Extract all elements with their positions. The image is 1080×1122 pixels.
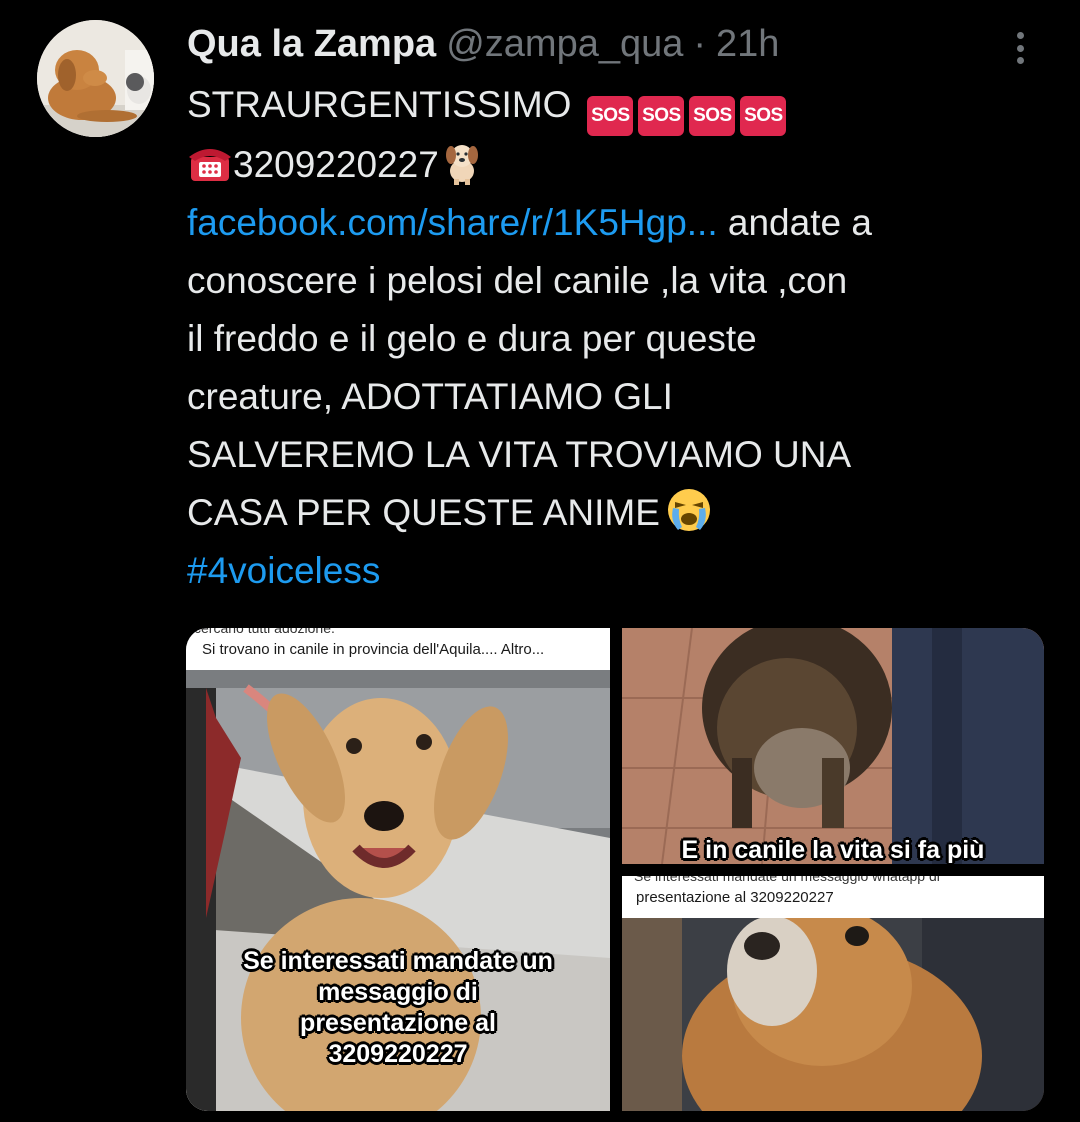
dog-photo-illustration bbox=[622, 628, 1044, 864]
photo-caption-bar: Se interessati mandate un messaggio what… bbox=[622, 876, 1044, 918]
author-handle[interactable]: @zampa_qua bbox=[446, 23, 683, 66]
more-options-icon[interactable] bbox=[1006, 28, 1034, 68]
photo-brindle-dog[interactable]: E in canile la vita si fa più bbox=[622, 628, 1044, 864]
hashtag-link[interactable]: #4voiceless bbox=[187, 542, 1067, 600]
tweet-header: Qua la Zampa @zampa_qua · 21h bbox=[187, 18, 779, 70]
loudly-crying-emoji-icon bbox=[667, 489, 710, 531]
media-grid: cercano tutti adozione. Si trovano in ca… bbox=[186, 628, 1044, 1111]
caption-partial-text: Se interessati mandate un messaggio what… bbox=[634, 876, 940, 884]
tweet-body-line: SALVEREMO LA VITA TROVIAMO UNA bbox=[187, 434, 852, 475]
photo-caption-text: Si trovano in canile in provincia dell'A… bbox=[202, 641, 545, 658]
facebook-link[interactable]: facebook.com/share/r/1K5Hgp... bbox=[187, 202, 718, 243]
tweet-body-line-with-emoji: CASA PER QUESTE ANIME bbox=[187, 484, 1067, 542]
tweet-body-line: CASA PER QUESTE ANIME bbox=[187, 492, 660, 533]
dog-emoji-icon bbox=[445, 145, 478, 185]
tweet-body-line: il freddo e il gelo e dura per queste bbox=[187, 318, 757, 359]
sos-emoji: SOS bbox=[740, 96, 787, 136]
photo-caption-text: presentazione al 3209220227 bbox=[636, 889, 834, 906]
tweet-body-line: creature, ADOTTATIAMO GLI bbox=[187, 376, 673, 417]
tweet-line-1: STRAURGENTISSIMO SOS SOS SOS SOS bbox=[187, 76, 1067, 136]
header-separator: · bbox=[693, 22, 707, 65]
photo-overlay-text: E in canile la vita si fa più bbox=[681, 836, 985, 864]
sos-emoji: SOS bbox=[587, 96, 634, 136]
tweet-line-3: facebook.com/share/r/1K5Hgp... andate a bbox=[187, 194, 1067, 252]
photo-overlay-text: Se interessati mandate un messaggio di p… bbox=[243, 947, 553, 1068]
urgent-text: STRAURGENTISSIMO bbox=[187, 84, 572, 125]
author-display-name[interactable]: Qua la Zampa bbox=[187, 23, 436, 66]
phone-number: 3209220227 bbox=[233, 144, 439, 185]
dog-with-cat-avatar-icon bbox=[37, 20, 154, 137]
telephone-emoji-icon bbox=[189, 149, 231, 181]
tweet-timestamp[interactable]: 21h bbox=[716, 23, 779, 66]
author-avatar[interactable] bbox=[37, 20, 154, 137]
tweet-line-2: 3209220227 bbox=[187, 136, 1067, 194]
caption-partial-text: cercano tutti adozione. bbox=[194, 628, 335, 636]
tweet-text: STRAURGENTISSIMO SOS SOS SOS SOS 3209220227 … bbox=[187, 76, 1067, 600]
photo-yellow-dog[interactable]: cercano tutti adozione. Si trovano in ca… bbox=[186, 628, 610, 1111]
sos-emoji: SOS bbox=[638, 96, 685, 136]
tweet-text-segment: andate a bbox=[717, 202, 872, 243]
photo-dog-looking-up[interactable]: Se interessati mandate un messaggio what… bbox=[622, 876, 1044, 1111]
sos-emoji: SOS bbox=[689, 96, 736, 136]
tweet-body-line: conoscere i pelosi del canile ,la vita ,… bbox=[187, 260, 848, 301]
photo-caption-bar: cercano tutti adozione. Si trovano in ca… bbox=[186, 628, 610, 670]
